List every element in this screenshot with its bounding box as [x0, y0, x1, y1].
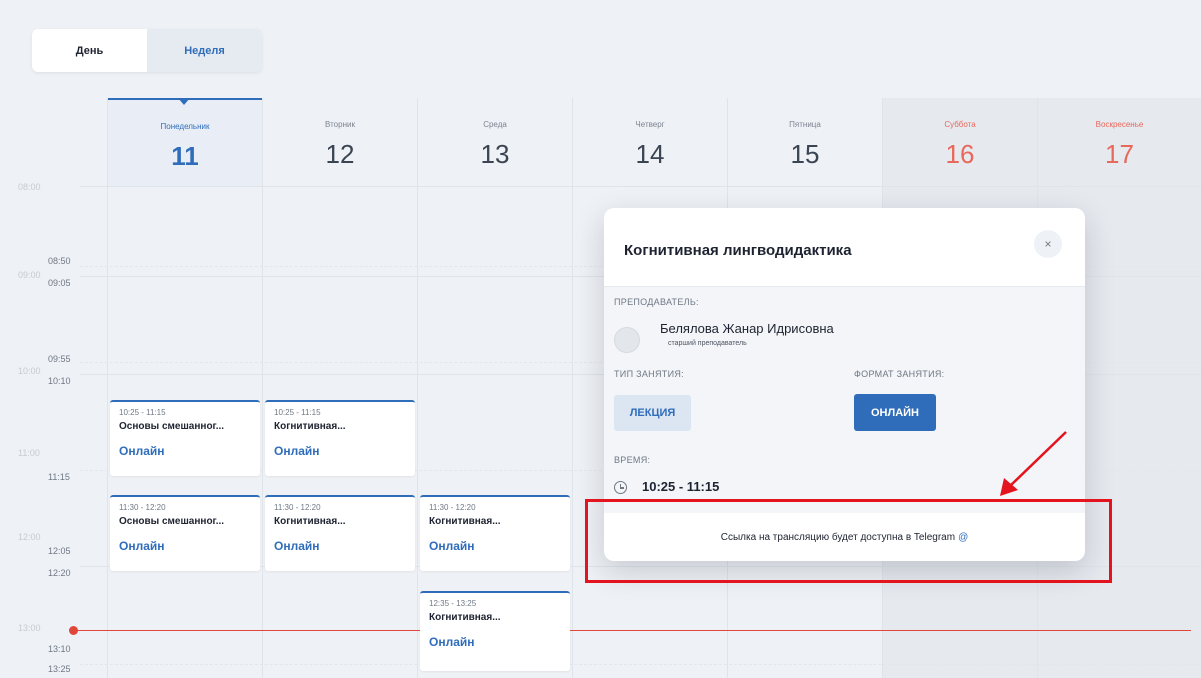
time-label: 10:10 — [48, 376, 71, 386]
event-format: Онлайн — [429, 539, 475, 553]
event-card[interactable]: 11:30 - 12:20 Основы смешанног... Онлайн — [110, 495, 260, 571]
current-time-dot-icon — [69, 626, 78, 635]
day-header[interactable]: Суббота 16 — [883, 98, 1037, 186]
close-icon: × — [1044, 237, 1052, 251]
day-number: 17 — [1105, 139, 1134, 169]
active-day-pointer-icon — [178, 98, 190, 105]
day-header[interactable]: Воскресенье 17 — [1038, 98, 1201, 186]
event-format: Онлайн — [274, 539, 320, 553]
event-card[interactable]: 11:30 - 12:20 Когнитивная... Онлайн — [420, 495, 570, 571]
event-title: Основы смешанног... — [119, 516, 225, 527]
day-name: Понедельник — [160, 122, 210, 131]
view-toggle: День Неделя — [32, 29, 262, 72]
day-number: 14 — [635, 139, 665, 169]
day-name: Среда — [483, 120, 507, 129]
lesson-format-badge: ОНЛАЙН — [854, 394, 936, 431]
day-header[interactable]: Пятница 15 — [728, 98, 882, 186]
event-format: Онлайн — [119, 444, 165, 458]
teacher-role: старший преподаватель — [668, 340, 747, 347]
time-section-label: ВРЕМЯ: — [614, 455, 651, 465]
day-name: Воскресенье — [1095, 120, 1144, 129]
annotation-highlight-box — [585, 499, 1112, 583]
week-view-button[interactable]: Неделя — [147, 29, 262, 72]
time-label: 13:10 — [48, 644, 71, 654]
hour-label: 13:00 — [18, 623, 41, 633]
grid-line — [80, 664, 1201, 665]
event-time: 10:25 - 11:15 — [274, 408, 321, 417]
day-header[interactable]: Среда 13 — [418, 98, 572, 186]
event-title: Когнитивная... — [429, 612, 501, 623]
modal-header: Когнитивная лингводидактика × — [604, 208, 1085, 286]
hour-label: 10:00 — [18, 366, 41, 376]
modal-title: Когнитивная лингводидактика — [624, 242, 852, 259]
event-time: 11:30 - 12:20 — [429, 503, 476, 512]
current-time-line — [72, 630, 1191, 631]
event-time: 12:35 - 13:25 — [429, 599, 477, 608]
day-number: 13 — [480, 139, 510, 169]
hour-label: 11:00 — [18, 448, 40, 458]
lesson-time: 10:25 - 11:15 — [642, 479, 720, 494]
event-time: 11:30 - 12:20 — [119, 503, 166, 512]
event-format: Онлайн — [429, 635, 475, 649]
day-column-monday: Понедельник 11 — [107, 98, 262, 678]
day-column-tuesday: Вторник 12 — [262, 98, 417, 678]
clock-icon — [614, 481, 627, 494]
annotation-arrow-icon — [1000, 431, 1067, 496]
day-name: Вторник — [325, 120, 355, 129]
day-header[interactable]: Четверг 14 — [573, 98, 727, 186]
event-card[interactable]: 10:25 - 11:15 Основы смешанног... Онлайн — [110, 400, 260, 476]
event-card[interactable]: 12:35 - 13:25 Когнитивная... Онлайн — [420, 591, 570, 671]
event-title: Когнитивная... — [274, 421, 346, 432]
teacher-label: ПРЕПОДАВАТЕЛЬ: — [614, 297, 699, 307]
day-name: Суббота — [944, 120, 976, 129]
hour-label: 12:00 — [18, 532, 41, 542]
day-name: Четверг — [635, 120, 665, 129]
time-label: 13:25 — [48, 664, 71, 674]
day-header[interactable]: Понедельник 11 — [108, 98, 262, 186]
event-card[interactable]: 11:30 - 12:20 Когнитивная... Онлайн — [265, 495, 415, 571]
day-view-button[interactable]: День — [32, 29, 147, 72]
time-label: 08:50 — [48, 256, 71, 266]
grid-line — [80, 186, 1201, 187]
time-label: 09:05 — [48, 278, 71, 288]
time-label: 12:05 — [48, 546, 71, 556]
event-format: Онлайн — [274, 444, 320, 458]
day-number: 11 — [171, 141, 199, 171]
day-number: 16 — [945, 139, 975, 169]
event-card[interactable]: 10:25 - 11:15 Когнитивная... Онлайн — [265, 400, 415, 476]
event-title: Когнитивная... — [429, 516, 501, 527]
lesson-type-label: ТИП ЗАНЯТИЯ: — [614, 369, 684, 379]
lesson-format-label: ФОРМАТ ЗАНЯТИЯ: — [854, 369, 945, 379]
time-label: 11:15 — [48, 472, 70, 482]
event-format: Онлайн — [119, 539, 165, 553]
avatar — [614, 327, 640, 353]
hour-label: 08:00 — [18, 182, 41, 192]
event-time: 10:25 - 11:15 — [119, 408, 166, 417]
day-number: 12 — [325, 139, 355, 169]
lesson-type-badge: ЛЕКЦИЯ — [614, 395, 691, 431]
event-title: Основы смешанног... — [119, 421, 225, 432]
day-name: Пятница — [789, 120, 821, 129]
close-button[interactable]: × — [1034, 230, 1062, 258]
hour-label: 09:00 — [18, 270, 41, 280]
teacher-name: Белялова Жанар Идрисовна — [660, 321, 834, 336]
annotation-arrow-line — [1009, 431, 1067, 487]
event-title: Когнитивная... — [274, 516, 346, 527]
day-header[interactable]: Вторник 12 — [263, 98, 417, 186]
day-number: 15 — [790, 139, 820, 169]
time-label: 09:55 — [48, 354, 71, 364]
time-label: 12:20 — [48, 568, 71, 578]
event-time: 11:30 - 12:20 — [274, 503, 321, 512]
